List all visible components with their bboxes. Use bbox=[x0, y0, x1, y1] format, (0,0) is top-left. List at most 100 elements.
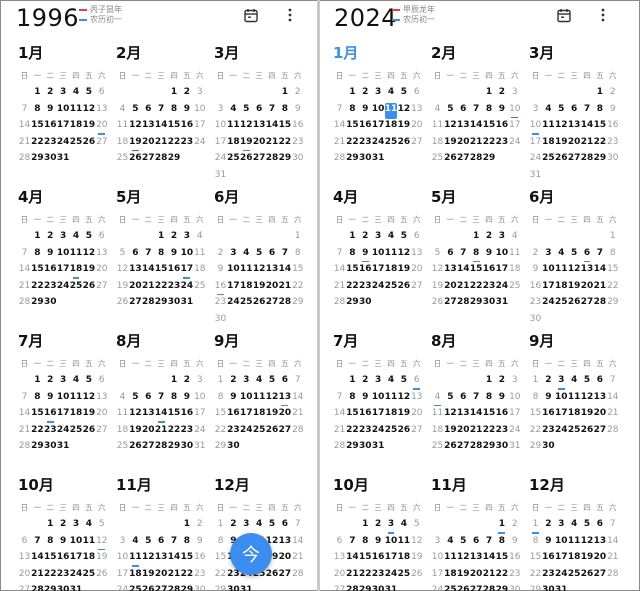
day-cell[interactable]: 20 bbox=[142, 424, 155, 441]
day-cell[interactable]: 27 bbox=[95, 424, 108, 441]
day-cell[interactable]: 25 bbox=[385, 424, 398, 441]
day-cell[interactable]: 9 bbox=[227, 391, 240, 408]
day-cell[interactable]: 30 bbox=[529, 313, 542, 330]
day-cell[interactable]: 18 bbox=[568, 407, 581, 424]
day-cell[interactable]: 19 bbox=[95, 551, 108, 568]
day-cell[interactable]: 12 bbox=[555, 119, 568, 136]
day-cell[interactable]: 4 bbox=[555, 247, 568, 264]
day-cell[interactable]: 27 bbox=[593, 424, 607, 441]
day-cell[interactable]: 24 bbox=[372, 136, 385, 153]
day-cell[interactable]: 18 bbox=[568, 551, 581, 568]
day-cell[interactable]: 9 bbox=[180, 391, 193, 408]
today-button[interactable]: 今 bbox=[230, 533, 272, 575]
day-cell[interactable]: 9 bbox=[168, 247, 181, 264]
day-cell[interactable]: 22 bbox=[606, 280, 619, 297]
day-cell[interactable]: 10 bbox=[385, 535, 398, 552]
day-cell[interactable]: 28 bbox=[155, 152, 168, 169]
day-cell[interactable]: 19 bbox=[240, 136, 253, 153]
day-cell[interactable]: 24 bbox=[193, 424, 206, 441]
day-cell[interactable]: 29 bbox=[155, 296, 168, 313]
day-cell[interactable]: 18 bbox=[397, 551, 411, 568]
day-cell[interactable]: 27 bbox=[444, 296, 457, 313]
day-cell[interactable]: 30 bbox=[168, 296, 181, 313]
day-cell[interactable]: 20 bbox=[444, 280, 457, 297]
month-title[interactable]: 12月 bbox=[529, 474, 565, 495]
day-cell[interactable]: 14 bbox=[606, 391, 619, 408]
day-cell[interactable]: 10 bbox=[508, 103, 521, 120]
day-cell[interactable]: 26 bbox=[82, 424, 96, 441]
day-cell[interactable]: 24 bbox=[385, 568, 398, 585]
day-cell[interactable]: 19 bbox=[397, 119, 411, 136]
day-cell[interactable]: 19 bbox=[82, 119, 96, 136]
day-cell[interactable]: 14 bbox=[18, 119, 31, 136]
day-cell[interactable]: 7 bbox=[333, 247, 346, 264]
day-cell[interactable]: 16 bbox=[529, 280, 542, 297]
day-cell[interactable]: 8 bbox=[180, 535, 193, 552]
month-title[interactable]: 2月 bbox=[116, 42, 141, 63]
day-cell[interactable]: 5 bbox=[397, 374, 410, 391]
day-cell[interactable]: 8 bbox=[168, 391, 181, 408]
day-cell[interactable]: 19 bbox=[581, 551, 594, 568]
day-cell[interactable]: 21 bbox=[278, 280, 292, 297]
day-cell[interactable]: 1 bbox=[31, 86, 44, 103]
day-cell[interactable]: 27 bbox=[95, 136, 108, 153]
day-cell[interactable]: 17 bbox=[57, 407, 70, 424]
day-cell[interactable]: 25 bbox=[82, 568, 96, 585]
day-cell[interactable]: 25 bbox=[253, 424, 266, 441]
day-cell[interactable]: 26 bbox=[142, 584, 155, 591]
day-cell[interactable]: 30 bbox=[214, 313, 227, 330]
day-cell[interactable]: 3 bbox=[529, 103, 542, 120]
day-cell[interactable]: 25 bbox=[70, 280, 83, 297]
day-cell[interactable]: 7 bbox=[470, 103, 483, 120]
day-cell[interactable]: 7 bbox=[457, 247, 470, 264]
day-cell[interactable]: 18 bbox=[542, 136, 555, 153]
day-cell[interactable]: 6 bbox=[470, 535, 483, 552]
day-cell[interactable]: 4 bbox=[253, 518, 266, 535]
day-cell[interactable]: 6 bbox=[129, 247, 142, 264]
day-cell[interactable]: 23 bbox=[227, 424, 240, 441]
day-cell[interactable]: 17 bbox=[372, 119, 385, 136]
day-cell[interactable]: 26 bbox=[116, 296, 129, 313]
day-cell[interactable]: 29 bbox=[214, 584, 227, 591]
day-cell[interactable]: 30 bbox=[606, 152, 619, 169]
day-cell[interactable]: 4 bbox=[116, 103, 129, 120]
day-cell[interactable]: 14 bbox=[593, 263, 607, 280]
day-cell[interactable]: 25 bbox=[568, 424, 581, 441]
month-title[interactable]: 6月 bbox=[529, 186, 554, 207]
month-title[interactable]: 4月 bbox=[18, 186, 43, 207]
day-cell[interactable]: 11 bbox=[193, 247, 206, 264]
day-cell[interactable]: 4 bbox=[444, 535, 457, 552]
day-cell[interactable]: 21 bbox=[346, 568, 359, 585]
day-cell[interactable]: 12 bbox=[253, 263, 266, 280]
day-cell[interactable]: 4 bbox=[70, 374, 83, 391]
day-cell[interactable]: 21 bbox=[142, 280, 155, 297]
day-cell[interactable]: 29 bbox=[44, 584, 57, 591]
day-cell[interactable]: 2 bbox=[372, 518, 385, 535]
day-cell[interactable]: 6 bbox=[593, 374, 606, 391]
day-cell[interactable]: 4 bbox=[431, 391, 444, 408]
day-cell[interactable]: 24 bbox=[57, 136, 70, 153]
day-cell[interactable]: 26 bbox=[129, 440, 142, 457]
day-cell[interactable]: 27 bbox=[155, 584, 168, 591]
day-cell[interactable]: 3 bbox=[240, 374, 253, 391]
day-cell[interactable]: 3 bbox=[495, 230, 508, 247]
day-cell[interactable]: 24 bbox=[508, 424, 521, 441]
day-cell[interactable]: 21 bbox=[470, 424, 483, 441]
day-cell[interactable]: 26 bbox=[397, 424, 411, 441]
day-cell[interactable]: 4 bbox=[82, 518, 95, 535]
day-cell[interactable]: 26 bbox=[266, 568, 279, 585]
day-cell[interactable]: 19 bbox=[82, 263, 96, 280]
day-cell[interactable]: 10 bbox=[193, 103, 206, 120]
day-cell[interactable]: 17 bbox=[70, 551, 83, 568]
day-cell[interactable]: 9 bbox=[542, 535, 555, 552]
day-cell[interactable]: 29 bbox=[346, 296, 359, 313]
day-cell[interactable]: 23 bbox=[483, 280, 496, 297]
day-cell[interactable]: 11 bbox=[116, 407, 129, 424]
day-cell[interactable]: 9 bbox=[529, 263, 542, 280]
day-cell[interactable]: 17 bbox=[555, 551, 568, 568]
day-cell[interactable]: 9 bbox=[359, 103, 372, 120]
day-cell[interactable]: 17 bbox=[431, 568, 444, 585]
month-title[interactable]: 2月 bbox=[431, 42, 456, 63]
day-cell[interactable]: 22 bbox=[168, 136, 181, 153]
day-cell[interactable]: 9 bbox=[495, 103, 508, 120]
